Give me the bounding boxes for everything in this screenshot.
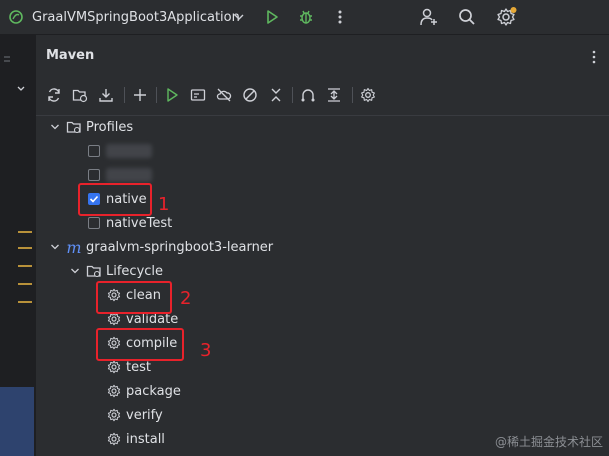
more-vertical-icon[interactable]: [587, 49, 601, 65]
search-icon[interactable]: [456, 6, 478, 28]
execute-goal-icon[interactable]: [188, 85, 208, 105]
obscured-profile-name: [106, 168, 152, 182]
profile-checkbox[interactable]: [88, 169, 100, 181]
maven-toolbar: [36, 81, 609, 109]
reload-folder-icon[interactable]: [70, 85, 90, 105]
more-vertical-icon[interactable]: [333, 8, 347, 26]
gear-icon: [106, 407, 122, 423]
title-bar: GraalVMSpringBoot3Application: [0, 0, 609, 35]
maven-tool-window: Maven Profiles native nativeTest m graal…: [36, 35, 609, 456]
obscured-profile-name: [106, 144, 152, 158]
gear-icon: [106, 431, 122, 447]
annotation-number: 3: [200, 340, 212, 361]
watermark: @稀土掘金技术社区: [494, 435, 603, 449]
download-icon[interactable]: [96, 85, 116, 105]
gutter-marker: [18, 265, 32, 267]
run-maven-icon[interactable]: [162, 85, 182, 105]
annotation-number: 2: [180, 288, 192, 309]
annotation-box-native: [78, 183, 152, 216]
tree-label: Profiles: [86, 119, 134, 135]
annotation-box-clean: [96, 281, 172, 314]
gutter-marker: [18, 247, 32, 249]
gear-icon: [106, 359, 122, 375]
profile-item[interactable]: [88, 139, 152, 163]
add-user-icon[interactable]: [418, 6, 440, 28]
debug-bug-icon[interactable]: [297, 8, 315, 26]
folder-lifecycle-icon: [86, 263, 102, 279]
toolbar-separator: [156, 87, 157, 103]
profile-checkbox[interactable]: [88, 217, 100, 229]
chevron-down-icon[interactable]: [68, 264, 82, 278]
gutter-dropdown[interactable]: [0, 35, 34, 91]
toolbar-separator: [124, 87, 125, 103]
panel-title: Maven: [46, 48, 95, 63]
lifecycle-goal-install[interactable]: install: [106, 427, 165, 451]
annotation-number: 1: [158, 194, 170, 215]
run-configuration-selector[interactable]: GraalVMSpringBoot3Application: [32, 0, 240, 34]
maven-settings-icon[interactable]: [358, 85, 378, 105]
goal-label: test: [126, 359, 151, 375]
editor-gutter: [0, 35, 37, 456]
run-button[interactable]: [263, 8, 281, 26]
toolbar-separator: [292, 87, 293, 103]
goal-label: install: [126, 431, 165, 447]
offline-mode-icon[interactable]: [214, 85, 234, 105]
gutter-marker: [18, 283, 32, 285]
goal-label: package: [126, 383, 181, 399]
profile-label: nativeTest: [106, 215, 173, 231]
annotation-box-compile: [96, 328, 184, 361]
run-config-icon: [8, 9, 24, 25]
lifecycle-goal-verify[interactable]: verify: [106, 403, 163, 427]
chevron-down-icon[interactable]: [48, 240, 62, 254]
tree-label: Lifecycle: [106, 263, 164, 279]
gear-icon: [106, 383, 122, 399]
skip-tests-icon[interactable]: [240, 85, 260, 105]
tree-node-profiles[interactable]: Profiles: [48, 115, 133, 139]
folder-profiles-icon: [66, 119, 82, 135]
settings-gear-icon[interactable]: [495, 6, 519, 28]
profile-checkbox[interactable]: [88, 145, 100, 157]
toolbar-separator: [352, 87, 353, 103]
tree-node-lifecycle[interactable]: Lifecycle: [68, 259, 163, 283]
add-icon[interactable]: [130, 85, 150, 105]
gutter-marker: [18, 301, 32, 303]
gutter-marker: [18, 231, 32, 233]
chevron-down-icon[interactable]: [48, 120, 62, 134]
gutter-selection: [0, 387, 34, 456]
maven-m-icon: m: [66, 237, 82, 257]
tree-node-project[interactable]: m graalvm-springboot3-learner: [48, 235, 273, 259]
show-dependencies-icon[interactable]: [298, 85, 318, 105]
tree-label: graalvm-springboot3-learner: [86, 239, 274, 255]
chevron-down-icon[interactable]: [232, 10, 246, 24]
goal-label: verify: [126, 407, 163, 423]
collapse-icon[interactable]: [266, 85, 286, 105]
lifecycle-goal-package[interactable]: package: [106, 379, 181, 403]
expand-all-icon[interactable]: [324, 85, 344, 105]
reload-icon[interactable]: [44, 85, 64, 105]
